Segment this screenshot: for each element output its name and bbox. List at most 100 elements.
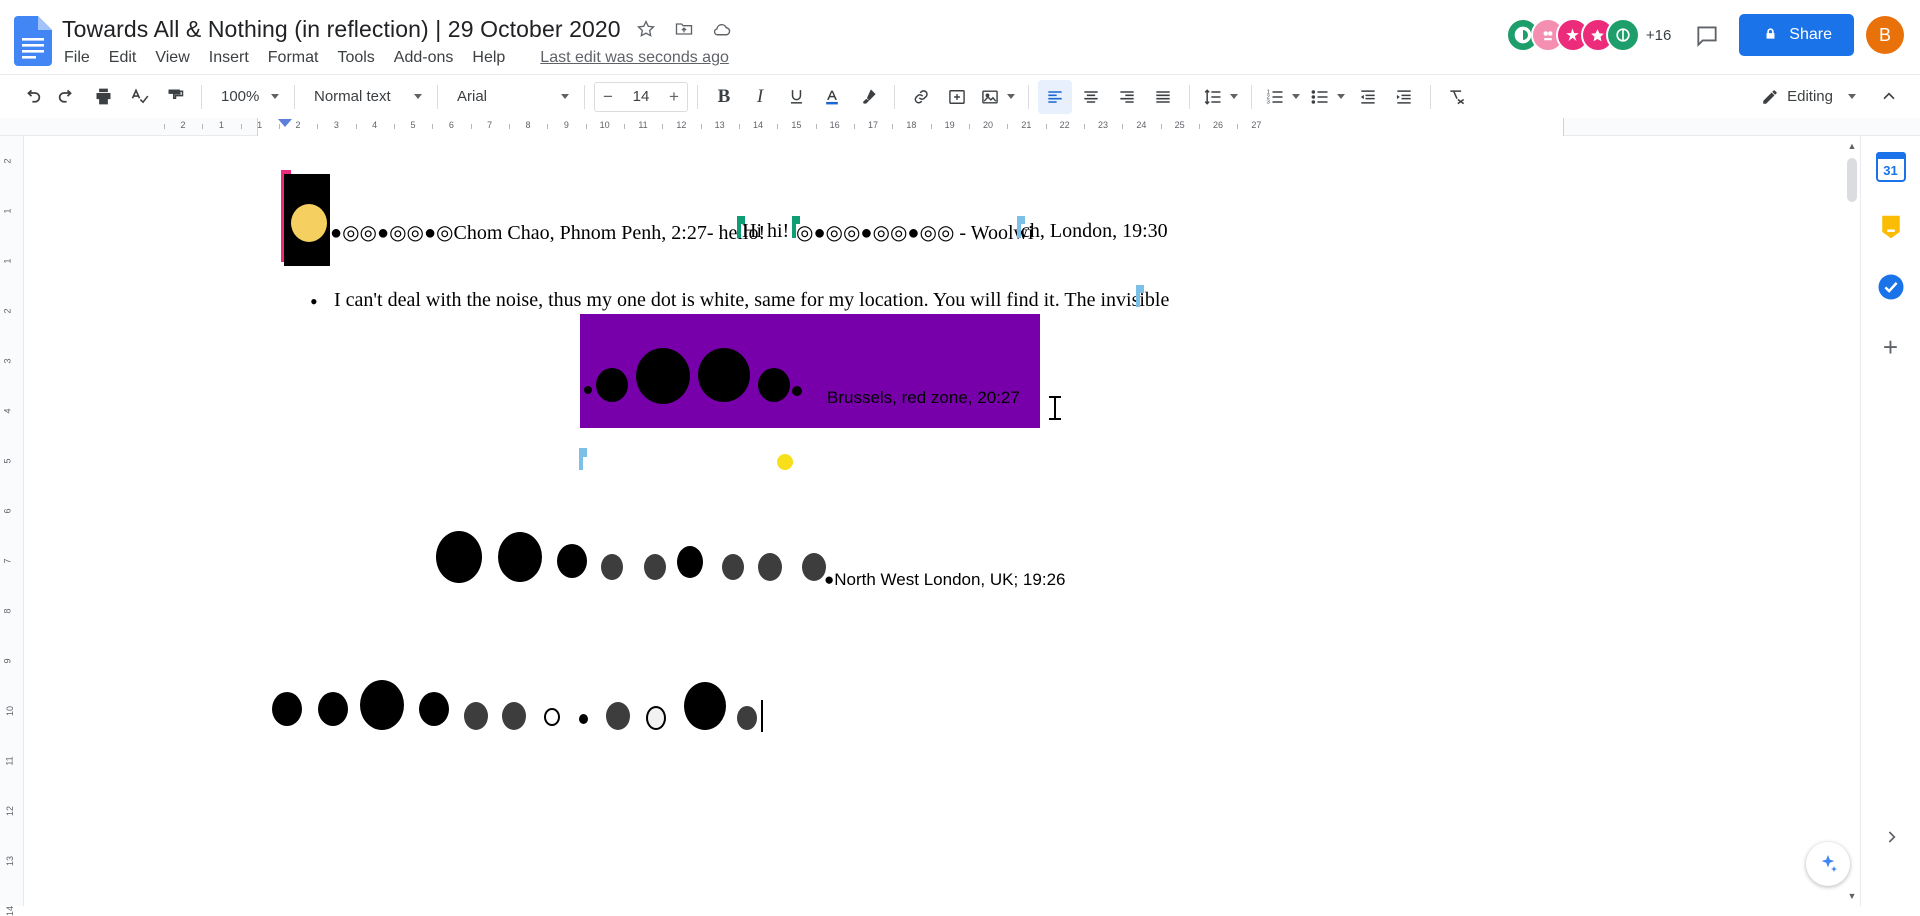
clear-formatting-button[interactable]: [1440, 80, 1474, 114]
font-size-value[interactable]: 14: [621, 88, 661, 105]
align-right-button[interactable]: [1110, 80, 1144, 114]
keep-icon[interactable]: [1870, 206, 1912, 248]
ruler-number: 24: [1136, 120, 1147, 130]
purple-image-right[interactable]: [825, 314, 1040, 428]
numbered-list-button[interactable]: 123: [1261, 80, 1304, 114]
paragraph-style-select[interactable]: Normal text: [304, 81, 428, 113]
undo-icon[interactable]: [14, 80, 48, 114]
add-comment-icon[interactable]: [940, 80, 974, 114]
menu-edit[interactable]: Edit: [109, 49, 137, 67]
horizontal-ruler[interactable]: 2 1 1 2 3 4 5 6 7 8 9 10 11 12 13 14 15 16 17 18 19 20 21 22 23 2…: [0, 118, 1920, 136]
expand-panel-icon[interactable]: [1870, 816, 1912, 858]
toolbar-divider: [584, 84, 585, 109]
highlight-color-button[interactable]: [851, 80, 885, 114]
left-indent-marker[interactable]: [278, 119, 292, 127]
collaborator-flag-blue-2: [1136, 285, 1144, 293]
ruler-tick: [240, 124, 242, 129]
document-page[interactable]: ●◎◎●◎◎●◎Chom Chao, Phnom Penh, 2:27- hel…: [164, 136, 1314, 906]
scroll-down-arrow[interactable]: ▼: [1844, 888, 1860, 904]
toolbar-divider: [894, 84, 895, 109]
underline-button[interactable]: [779, 80, 813, 114]
chevron-down-icon: [271, 94, 279, 99]
north-west-london-caption[interactable]: ●North West London, UK; 19:26: [824, 570, 1065, 590]
menu-view[interactable]: View: [155, 49, 189, 67]
calendar-icon[interactable]: 31: [1870, 146, 1912, 188]
page-title[interactable]: Towards All & Nothing (in reflection) | …: [62, 16, 621, 43]
ruler-tick: [700, 124, 702, 129]
vertical-ruler-number: 14: [5, 905, 16, 916]
ruler-number: 16: [829, 120, 840, 130]
doc-line-1-part-b[interactable]: Hi hi!: [742, 220, 789, 243]
vertical-ruler-number: 1: [2, 208, 13, 214]
share-button[interactable]: Share: [1739, 14, 1854, 56]
menu-addons[interactable]: Add-ons: [394, 49, 454, 67]
brussels-caption[interactable]: Brussels, red zone, 20:27: [827, 388, 1020, 408]
menu-file[interactable]: File: [64, 49, 90, 67]
menu-insert[interactable]: Insert: [209, 49, 249, 67]
avatar[interactable]: [1605, 18, 1640, 52]
ruler-number: 7: [487, 120, 493, 130]
decrease-indent-button[interactable]: [1351, 80, 1385, 114]
star-icon[interactable]: [633, 16, 659, 42]
paint-format-icon[interactable]: [158, 80, 192, 114]
comment-history-icon[interactable]: [1687, 15, 1727, 55]
redo-icon[interactable]: [50, 80, 84, 114]
insert-link-icon[interactable]: [904, 80, 938, 114]
align-center-button[interactable]: [1074, 80, 1108, 114]
ruler-tick: [892, 124, 894, 129]
align-left-button[interactable]: [1038, 79, 1072, 114]
ruler-tick: [1237, 124, 1239, 129]
menu-format[interactable]: Format: [268, 49, 319, 67]
zoom-select[interactable]: 100%: [211, 81, 285, 113]
collaborators-overflow[interactable]: +16: [1646, 27, 1671, 44]
doc-bullet-text[interactable]: I can't deal with the noise, thus my one…: [334, 289, 1169, 312]
scroll-up-arrow[interactable]: ▲: [1844, 138, 1860, 154]
doc-line-1-part-a[interactable]: ●◎◎●◎◎●◎Chom Chao, Phnom Penh, 2:27- hel…: [330, 220, 765, 245]
font-family-select[interactable]: Arial: [447, 81, 575, 113]
row-circle: [272, 692, 302, 726]
last-edit-status[interactable]: Last edit was seconds ago: [540, 49, 729, 67]
menu-help[interactable]: Help: [472, 49, 505, 67]
spellcheck-icon[interactable]: [122, 80, 156, 114]
editing-mode-button[interactable]: Editing: [1749, 80, 1868, 114]
row-circle-light: [646, 706, 666, 730]
explore-button[interactable]: [1806, 842, 1850, 886]
ruler-tick: [623, 124, 625, 129]
ruler-track[interactable]: 2 1 1 2 3 4 5 6 7 8 9 10 11 12 13 14 15 16 17 18 19 20 21 22 23 2…: [163, 118, 1660, 136]
increase-font-size-button[interactable]: +: [661, 83, 687, 111]
align-justify-button[interactable]: [1146, 80, 1180, 114]
tasks-icon[interactable]: [1870, 266, 1912, 308]
doc-line-1-part-d[interactable]: ch, London, 19:30: [1021, 220, 1168, 243]
ruler-tick: [815, 124, 817, 129]
ruler-tick: [1083, 124, 1085, 129]
cloud-saved-icon[interactable]: [709, 16, 735, 42]
bold-button[interactable]: B: [707, 80, 741, 114]
row-circle: [557, 544, 587, 578]
add-sidebar-icon[interactable]: +: [1870, 326, 1912, 368]
font-size-stepper[interactable]: − 14 +: [594, 81, 688, 112]
vertical-ruler-number: 6: [2, 508, 13, 514]
bulleted-list-button[interactable]: [1306, 80, 1349, 114]
print-icon[interactable]: [86, 80, 120, 114]
collapse-toolbar-button[interactable]: [1872, 80, 1906, 114]
italic-button[interactable]: I: [743, 80, 777, 114]
ruler-number: 10: [599, 120, 610, 130]
document-canvas[interactable]: ●◎◎●◎◎●◎Chom Chao, Phnom Penh, 2:27- hel…: [24, 136, 1920, 906]
toolbar-divider: [1251, 84, 1252, 109]
menu-tools[interactable]: Tools: [337, 49, 374, 67]
insert-image-icon[interactable]: [976, 80, 1019, 114]
docs-logo-icon[interactable]: [14, 16, 52, 66]
text-color-button[interactable]: [815, 80, 849, 114]
vertical-ruler-number: 11: [4, 756, 15, 766]
move-to-folder-icon[interactable]: [671, 16, 697, 42]
yellow-ellipse-shape: [291, 204, 327, 242]
scrollbar-thumb[interactable]: [1847, 158, 1857, 202]
text-ibeam-cursor: [1054, 398, 1056, 418]
line-spacing-button[interactable]: [1199, 80, 1242, 114]
vertical-scrollbar[interactable]: ▲ ▼: [1844, 136, 1860, 906]
account-avatar[interactable]: B: [1866, 16, 1904, 54]
decrease-font-size-button[interactable]: −: [595, 83, 621, 111]
doc-line-1-part-c[interactable]: ◎●◎◎●◎◎●◎◎ - Woolwi: [796, 220, 1034, 245]
calendar-day-label: 31: [1875, 152, 1906, 182]
increase-indent-button[interactable]: [1387, 80, 1421, 114]
